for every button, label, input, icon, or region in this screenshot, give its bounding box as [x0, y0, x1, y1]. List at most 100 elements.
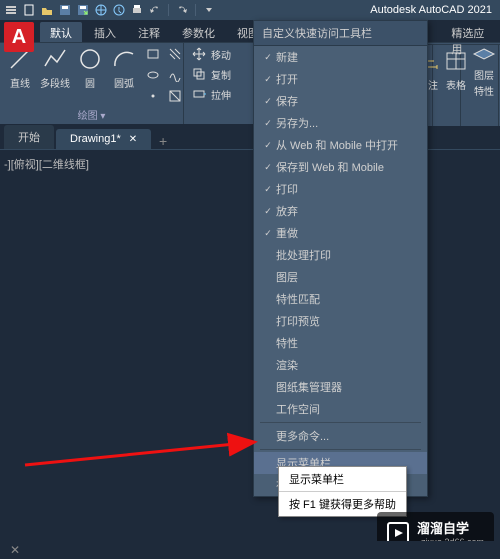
menu-item-label: 批处理打印	[276, 247, 331, 263]
menu-item-label: 新建	[276, 49, 298, 65]
menu-item-print[interactable]: ✓打印	[254, 178, 427, 200]
menu-item-label: 保存	[276, 93, 298, 109]
qat-redo-icon[interactable]	[175, 3, 189, 17]
qat-open-icon[interactable]	[40, 3, 54, 17]
panel-modify: 移动 复制 拉伸	[184, 43, 254, 124]
app-title: Autodesk AutoCAD 2021	[370, 4, 496, 16]
tool-arc[interactable]: 圆弧	[110, 45, 138, 90]
copy-icon	[190, 65, 208, 83]
menu-item-props[interactable]: 特性	[254, 332, 427, 354]
menu-item-open[interactable]: ✓打开	[254, 68, 427, 90]
tab-default[interactable]: 默认	[40, 22, 82, 42]
menu-separator	[260, 422, 421, 423]
menu-title: 自定义快速访问工具栏	[254, 21, 427, 46]
tool-circle[interactable]: 圆	[76, 45, 104, 90]
qat-web-open-icon[interactable]	[94, 3, 108, 17]
check-icon: ✓	[260, 206, 276, 217]
tool-polyline[interactable]: 多段线	[40, 45, 70, 90]
menu-item-workspace[interactable]: 工作空间	[254, 398, 427, 420]
qat-undo-icon[interactable]	[148, 3, 162, 17]
menu-item-label: 渲染	[276, 357, 298, 373]
check-icon: ✓	[260, 162, 276, 173]
menu-item-label: 打印预览	[276, 313, 320, 329]
stretch-icon	[190, 85, 208, 103]
tab-insert[interactable]: 插入	[84, 22, 126, 42]
menu-item-label: 工作空间	[276, 401, 320, 417]
check-icon: ✓	[260, 228, 276, 239]
qat-saveas-icon[interactable]	[76, 3, 90, 17]
menu-item-label: 保存到 Web 和 Mobile	[276, 159, 384, 175]
menu-item-undo[interactable]: ✓放弃	[254, 200, 427, 222]
filetab-label: Drawing1*	[70, 133, 121, 145]
tab-annotate[interactable]: 注释	[128, 22, 170, 42]
close-icon[interactable]: ✕	[129, 134, 137, 145]
tool-hatch-icon[interactable]	[166, 45, 184, 63]
filetab-drawing1[interactable]: Drawing1* ✕	[56, 129, 151, 149]
qat-menu-icon[interactable]	[4, 3, 18, 17]
menu-item-layer[interactable]: 图层	[254, 266, 427, 288]
panel-draw: 直线 多段线 圆 圆弧	[0, 43, 184, 124]
menu-item-label: 从 Web 和 Mobile 中打开	[276, 137, 398, 153]
filetab-label: 开始	[18, 129, 40, 145]
tooltip-title: 显示菜单栏	[279, 467, 406, 491]
tool-ellipse-icon[interactable]	[144, 66, 162, 84]
check-icon: ✓	[260, 184, 276, 195]
statusbar: ✕	[0, 541, 500, 559]
check-icon: ✓	[260, 96, 276, 107]
menu-item-printpreview[interactable]: 打印预览	[254, 310, 427, 332]
tool-rect-icon[interactable]	[144, 45, 162, 63]
menu-item-label: 放弃	[276, 203, 298, 219]
menu-item-webopen[interactable]: ✓从 Web 和 Mobile 中打开	[254, 134, 427, 156]
menu-separator	[260, 449, 421, 450]
tool-region-icon[interactable]	[166, 87, 184, 105]
polyline-icon	[41, 45, 69, 73]
qat-dropdown-icon[interactable]	[202, 3, 216, 17]
menu-item-websave[interactable]: ✓保存到 Web 和 Mobile	[254, 156, 427, 178]
separator	[195, 4, 196, 16]
menu-item-more[interactable]: 更多命令...	[254, 425, 427, 447]
check-icon: ✓	[260, 140, 276, 151]
menu-item-label: 图层	[276, 269, 298, 285]
filetab-add[interactable]: +	[153, 133, 173, 149]
menu-item-batchprint[interactable]: 批处理打印	[254, 244, 427, 266]
menu-item-sheetset[interactable]: 图纸集管理器	[254, 376, 427, 398]
check-icon: ✓	[260, 118, 276, 129]
menu-item-matchprop[interactable]: 特性匹配	[254, 288, 427, 310]
tool-spline-icon[interactable]	[166, 66, 184, 84]
menu-item-render[interactable]: 渲染	[254, 354, 427, 376]
titlebar: Autodesk AutoCAD 2021	[0, 0, 500, 20]
qat-new-icon[interactable]	[22, 3, 36, 17]
tab-parametric[interactable]: 参数化	[172, 22, 225, 42]
tool-prop[interactable]: 特性	[467, 83, 500, 98]
tooltip: 显示菜单栏 按 F1 键获得更多帮助	[278, 466, 407, 517]
check-icon: ✓	[260, 74, 276, 85]
menu-item-label: 图纸集管理器	[276, 379, 342, 395]
qat-save-icon[interactable]	[58, 3, 72, 17]
draw-small-tools	[144, 45, 184, 105]
view-label[interactable]: -][俯视][二维线框]	[4, 156, 89, 172]
menu-item-new[interactable]: ✓新建	[254, 46, 427, 68]
tool-stretch[interactable]: 拉伸	[190, 85, 231, 103]
circle-icon	[76, 45, 104, 73]
menu-item-label: 重做	[276, 225, 298, 241]
qat-web-save-icon[interactable]	[112, 3, 126, 17]
menu-item-label: 更多命令...	[276, 428, 329, 444]
arc-icon	[110, 45, 138, 73]
tab-featured[interactable]: 精选应用	[441, 22, 500, 60]
menu-item-saveas[interactable]: ✓另存为...	[254, 112, 427, 134]
qat-customize-menu: 自定义快速访问工具栏 ✓新建 ✓打开 ✓保存 ✓另存为... ✓从 Web 和 …	[253, 20, 428, 497]
menu-item-save[interactable]: ✓保存	[254, 90, 427, 112]
menu-item-label: 另存为...	[276, 115, 318, 131]
tool-copy[interactable]: 复制	[190, 65, 231, 83]
qat-print-icon[interactable]	[130, 3, 144, 17]
app-logo[interactable]: A	[4, 22, 34, 52]
statusbar-close[interactable]: ✕	[0, 541, 30, 559]
menu-item-redo[interactable]: ✓重做	[254, 222, 427, 244]
tool-point-icon[interactable]	[144, 87, 162, 105]
menu-item-label: 打印	[276, 181, 298, 197]
separator	[168, 4, 169, 16]
panel-draw-title[interactable]: 绘图 ▾	[6, 105, 177, 124]
tool-move[interactable]: 移动	[190, 45, 231, 63]
menu-item-label: 特性	[276, 335, 298, 351]
filetab-start[interactable]: 开始	[4, 125, 54, 149]
